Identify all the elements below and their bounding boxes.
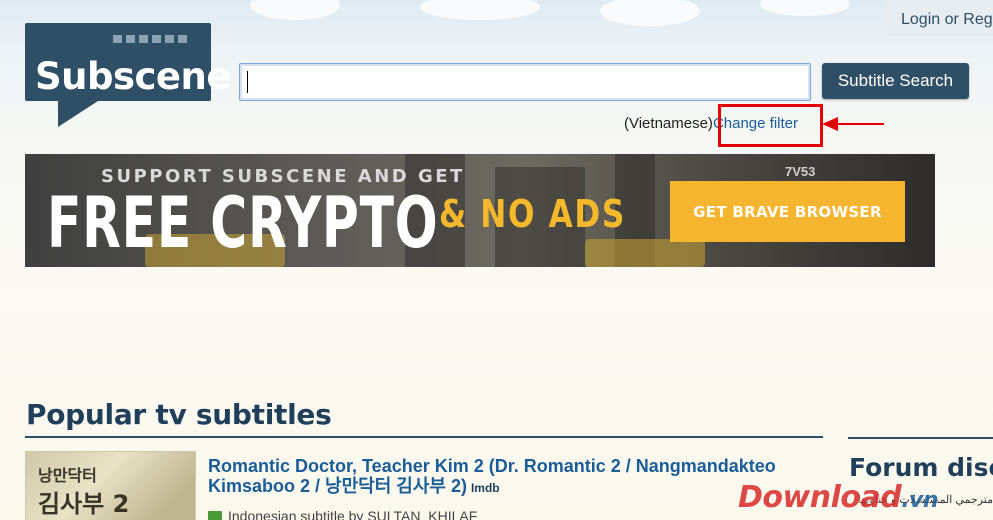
subtitle-search-button[interactable]: Subtitle Search bbox=[822, 63, 969, 99]
language-icon bbox=[208, 511, 222, 520]
banner-plate: 7V53 bbox=[785, 164, 816, 179]
section-title-popular-tv: Popular tv subtitles bbox=[26, 398, 332, 431]
imdb-link[interactable]: Imdb bbox=[471, 481, 500, 495]
text-caret bbox=[247, 71, 248, 93]
banner-headline-sub: & NO ADS bbox=[439, 192, 626, 236]
logo-text: Subscene bbox=[35, 55, 231, 98]
get-brave-button[interactable]: GET BRAVE BROWSER bbox=[670, 181, 905, 242]
forum-divider bbox=[848, 437, 993, 439]
banner-taxi bbox=[585, 239, 705, 267]
annotation-highlight-box bbox=[718, 104, 823, 147]
banner-headline-main: FREE CRYPTO bbox=[47, 182, 439, 264]
section-divider bbox=[25, 436, 823, 438]
cloud-decoration bbox=[420, 0, 540, 20]
watermark-main: Download bbox=[738, 480, 902, 515]
cloud-decoration bbox=[600, 0, 700, 26]
tv-poster[interactable]: 낭만닥터 김사부 2 bbox=[25, 451, 196, 520]
cloud-decoration bbox=[250, 0, 340, 20]
logo-tail bbox=[58, 101, 98, 127]
poster-title-line1: 낭만닥터 bbox=[38, 466, 97, 485]
film-strip-icon bbox=[113, 35, 187, 43]
brave-ad-banner[interactable]: 7V53 SUPPORT SUBSCENE AND GET FREE CRYPT… bbox=[25, 154, 935, 267]
login-register-link[interactable]: Login or Reg bbox=[885, 0, 993, 36]
filter-language: (Vietnamese) bbox=[624, 115, 713, 132]
list-item: Romantic Doctor, Teacher Kim 2 (Dr. Roma… bbox=[208, 456, 808, 498]
subtitle-meta: Indonesian subtitle by SULTAN_KHILAF bbox=[208, 508, 477, 520]
cloud-decoration bbox=[760, 0, 850, 16]
site-logo[interactable]: Subscene bbox=[25, 23, 231, 101]
watermark-tail: .vn bbox=[901, 488, 939, 513]
search-input[interactable] bbox=[239, 63, 811, 101]
download-vn-watermark: Download.vn bbox=[738, 480, 939, 515]
poster-title-line2: 김사부 2 bbox=[38, 490, 130, 518]
forum-title: Forum disc bbox=[849, 453, 993, 482]
poster-title: 낭만닥터 김사부 2 bbox=[38, 462, 129, 518]
subtitle-meta-text[interactable]: Indonesian subtitle by SULTAN_KHILAF bbox=[228, 508, 477, 520]
annotation-arrow-line bbox=[836, 123, 884, 125]
